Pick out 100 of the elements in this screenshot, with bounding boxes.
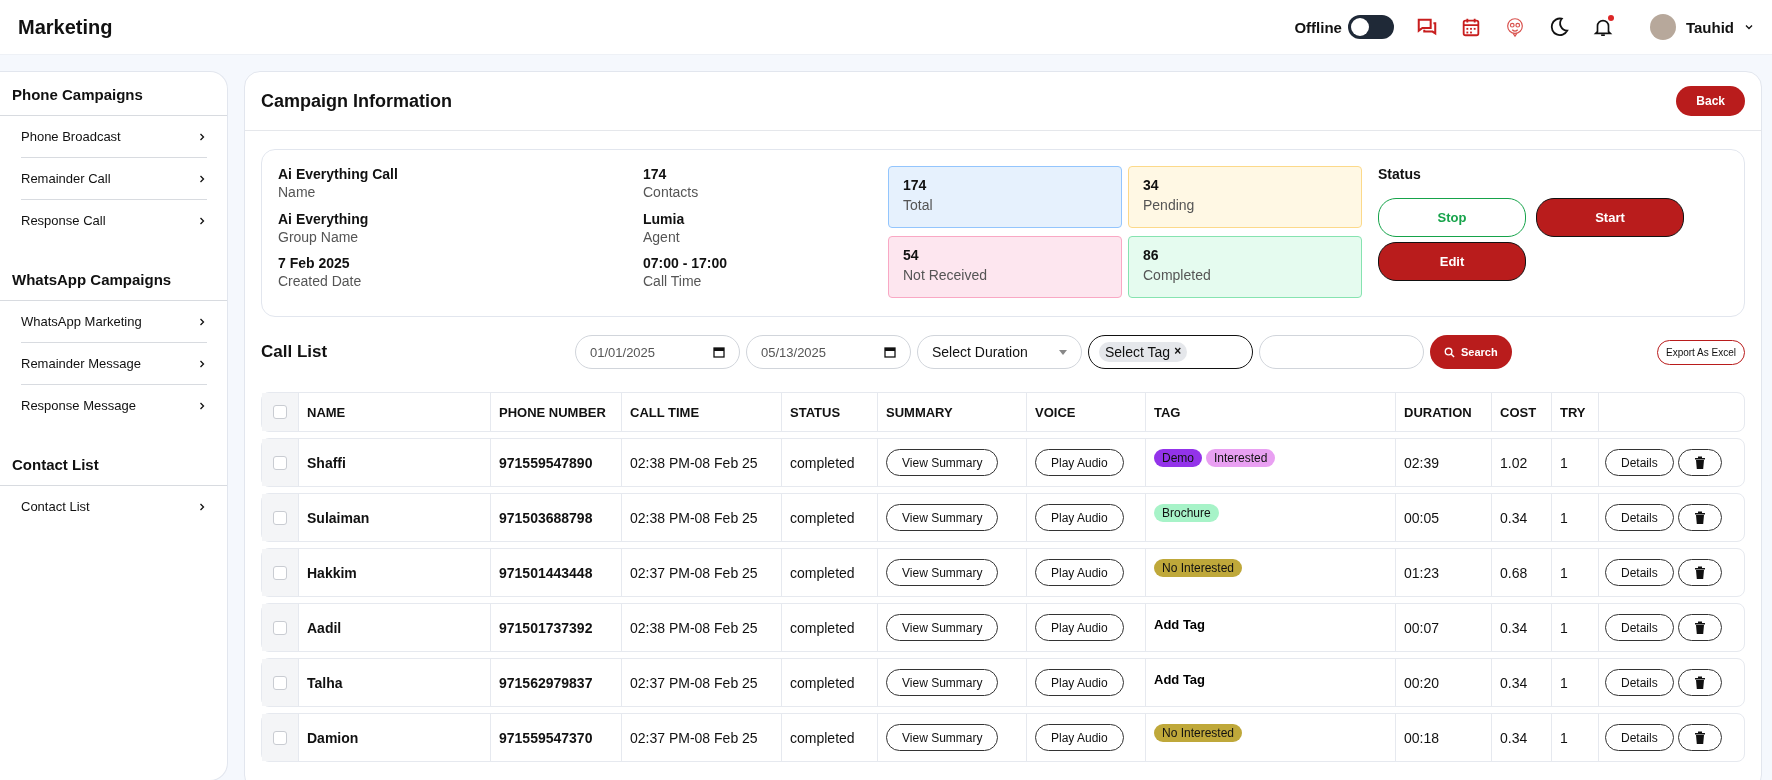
- export-button[interactable]: Export As Excel: [1656, 339, 1745, 365]
- details-button[interactable]: Details: [1605, 559, 1674, 586]
- table-cell: 971501737392: [490, 604, 621, 651]
- view-summary-button[interactable]: View Summary: [886, 504, 999, 531]
- table-cell: Damion: [298, 714, 490, 761]
- field-value: 174: [643, 166, 668, 182]
- tag-pill: Brochure: [1154, 504, 1219, 522]
- table-cell: completed: [781, 494, 877, 541]
- row-checkbox[interactable]: [273, 510, 287, 525]
- delete-button[interactable]: [1677, 669, 1722, 696]
- sidebar-item[interactable]: Contact List: [21, 486, 207, 527]
- chevron-down-icon[interactable]: [1744, 22, 1754, 32]
- field-label: Name: [278, 184, 317, 200]
- play-audio-button[interactable]: Play Audio: [1035, 449, 1124, 476]
- play-audio-button[interactable]: Play Audio: [1035, 669, 1124, 696]
- tag-pill: No Interested: [1154, 559, 1243, 577]
- search-field[interactable]: [1259, 335, 1424, 369]
- table-cell: 02:38 PM-08 Feb 25: [621, 439, 781, 486]
- view-summary-button[interactable]: View Summary: [886, 614, 999, 641]
- remove-icon[interactable]: ×: [1174, 344, 1182, 360]
- sidebar-item[interactable]: Remainder Message: [21, 343, 207, 385]
- chevron-right-icon: [197, 316, 207, 327]
- row-checkbox[interactable]: [273, 565, 287, 580]
- view-summary-button[interactable]: View Summary: [886, 669, 999, 696]
- table-cell: 00:20: [1395, 659, 1491, 706]
- stat-label: Pending: [1143, 197, 1196, 213]
- play-audio-button[interactable]: Play Audio: [1035, 504, 1124, 531]
- play-audio-button[interactable]: Play Audio: [1035, 559, 1124, 586]
- sidebar-item[interactable]: WhatsApp Marketing: [21, 301, 207, 343]
- details-button[interactable]: Details: [1605, 724, 1674, 751]
- trash-icon: [1693, 511, 1706, 524]
- view-summary-button[interactable]: View Summary: [886, 449, 999, 476]
- chevron-right-icon: [197, 501, 207, 512]
- sidebar-item[interactable]: Phone Broadcast: [21, 116, 207, 158]
- view-summary-button[interactable]: View Summary: [886, 559, 999, 586]
- stat-label: Total: [903, 197, 934, 213]
- stat-value: 174: [903, 177, 928, 193]
- delete-button[interactable]: [1677, 449, 1722, 476]
- view-summary-button[interactable]: View Summary: [886, 724, 999, 751]
- add-tag-link[interactable]: Add Tag: [1154, 617, 1206, 632]
- table-cell: 0.34: [1491, 604, 1551, 651]
- play-audio-button[interactable]: Play Audio: [1035, 724, 1124, 751]
- column-header: CALL TIME: [621, 393, 781, 431]
- row-checkbox[interactable]: [273, 675, 287, 690]
- row-checkbox[interactable]: [273, 455, 287, 470]
- table-cell: 1: [1551, 494, 1598, 541]
- column-header: STATUS: [781, 393, 877, 431]
- details-button[interactable]: Details: [1605, 614, 1674, 641]
- presence-label: Offline: [1294, 18, 1342, 36]
- tag-select-field[interactable]: Select Tag ×: [1088, 335, 1253, 369]
- chevron-right-icon: [197, 131, 207, 142]
- status-button[interactable]: Edit: [1378, 242, 1526, 281]
- calendar-icon: [884, 346, 896, 358]
- column-header: TRY: [1551, 393, 1598, 431]
- presence-toggle[interactable]: [1347, 15, 1394, 39]
- table-cell: 971503688798: [490, 494, 621, 541]
- back-button[interactable]: Back: [1676, 86, 1745, 116]
- table-cell: completed: [781, 439, 877, 486]
- sidebar-item[interactable]: Response Call: [21, 200, 207, 241]
- delete-button[interactable]: [1677, 504, 1722, 531]
- status-button[interactable]: Start: [1536, 198, 1684, 237]
- table-cell: 1: [1551, 714, 1598, 761]
- table-cell: Shaffi: [298, 439, 490, 486]
- delete-button[interactable]: [1677, 724, 1722, 751]
- caret-icon: [1059, 349, 1067, 355]
- column-header: VOICE: [1026, 393, 1145, 431]
- date-field[interactable]: 05/13/2025: [746, 335, 911, 369]
- chat-icon[interactable]: [1415, 16, 1438, 38]
- delete-button[interactable]: [1677, 559, 1722, 586]
- sidebar-item[interactable]: Response Message: [21, 385, 207, 426]
- calendar-icon: [713, 346, 725, 358]
- trash-icon: [1693, 621, 1706, 634]
- date-field[interactable]: 01/01/2025: [575, 335, 740, 369]
- play-audio-button[interactable]: Play Audio: [1035, 614, 1124, 641]
- add-tag-link[interactable]: Add Tag: [1154, 672, 1206, 687]
- field-label: Call Time: [643, 273, 703, 290]
- search-button[interactable]: Search: [1430, 335, 1512, 369]
- table-cell: 971501443448: [490, 549, 621, 596]
- field-label: Agent: [643, 228, 681, 245]
- row-checkbox[interactable]: [273, 620, 287, 635]
- select-all-checkbox[interactable]: [273, 405, 287, 419]
- chevron-right-icon: [197, 400, 207, 411]
- row-checkbox[interactable]: [273, 730, 287, 745]
- table-cell: 02:37 PM-08 Feb 25: [621, 659, 781, 706]
- user-name[interactable]: Tauhid: [1685, 18, 1734, 36]
- table-cell: 02:38 PM-08 Feb 25: [621, 494, 781, 541]
- field-value: Lumia: [643, 210, 686, 227]
- details-button[interactable]: Details: [1605, 504, 1674, 531]
- field-label: Created Date: [278, 273, 363, 290]
- delete-button[interactable]: [1677, 614, 1722, 641]
- stat-label: Completed: [1143, 267, 1212, 283]
- duration-dropdown[interactable]: Select Duration: [917, 335, 1082, 369]
- chevron-right-icon: [197, 173, 207, 184]
- details-button[interactable]: Details: [1605, 449, 1674, 476]
- table-cell: 971562979837: [490, 659, 621, 706]
- table-cell: 971559547890: [490, 439, 621, 486]
- column-header: DURATION: [1395, 393, 1491, 431]
- tag-chip[interactable]: Select Tag ×: [1099, 342, 1188, 362]
- details-button[interactable]: Details: [1605, 669, 1674, 696]
- sidebar-item[interactable]: Remainder Call: [21, 158, 207, 200]
